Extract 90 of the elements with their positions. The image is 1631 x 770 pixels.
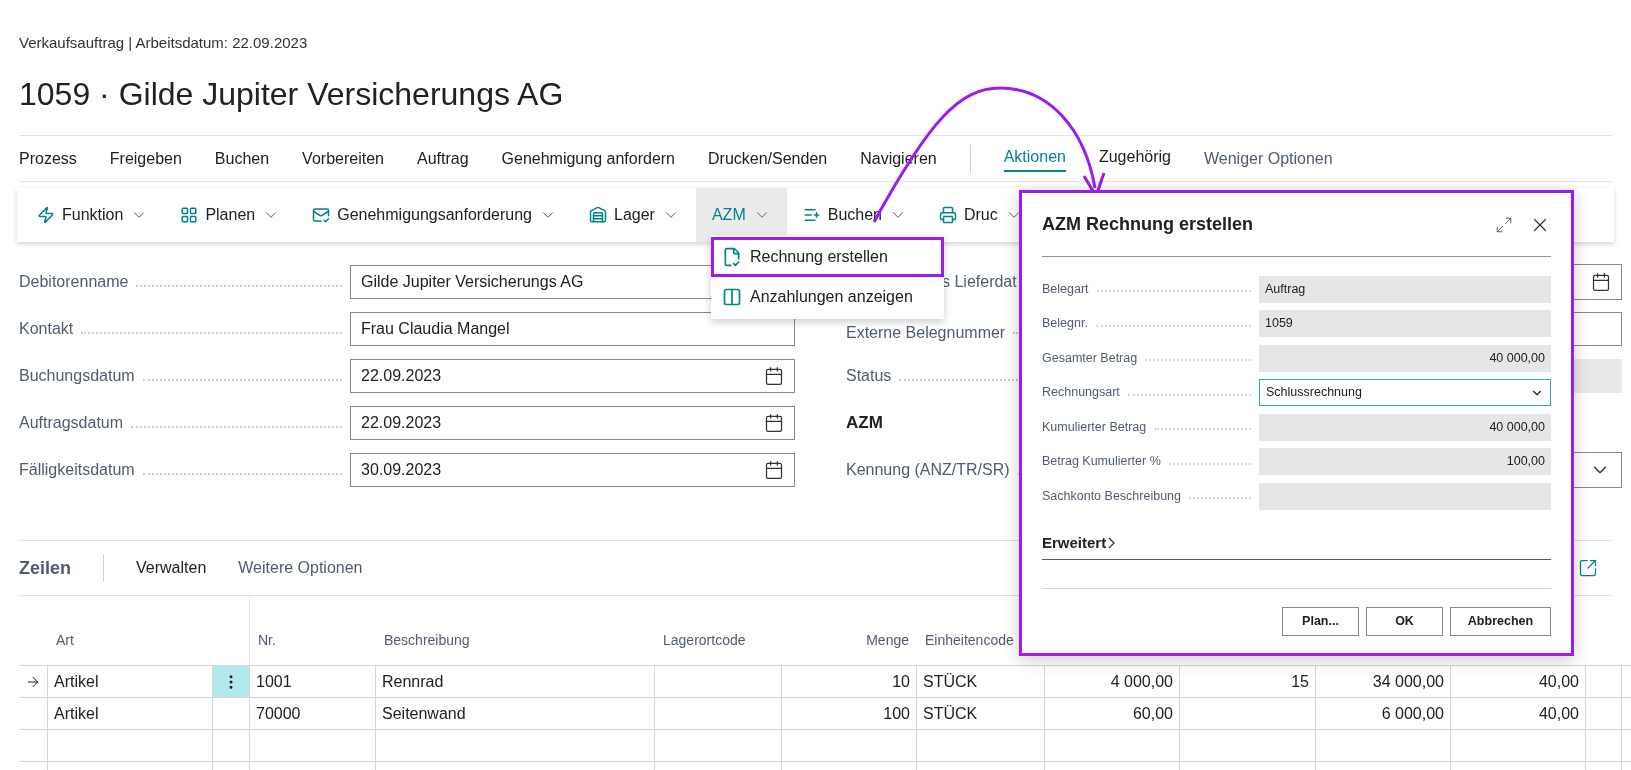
document-icon xyxy=(722,287,742,307)
date-field[interactable]: 22.09.2023 xyxy=(350,358,795,393)
calendar-icon xyxy=(1591,271,1611,292)
table-cell-text: 40,00 xyxy=(1538,671,1579,692)
action-menu[interactable]: Drucken/Senden xyxy=(708,146,828,171)
menu-item[interactable]: Rechnung erstellen xyxy=(711,237,944,277)
table-cell-text: 6 000,00 xyxy=(1381,703,1444,724)
field-label: Kumulierter Betrag xyxy=(1042,418,1147,436)
readonly-field: 100,00 xyxy=(1259,448,1551,476)
dialog-button[interactable]: Abbrechen xyxy=(1450,606,1551,636)
table-cell-text: Seitenwand xyxy=(382,703,466,724)
calendar-icon xyxy=(764,412,784,433)
breadcrumb: Verkaufsauftrag | Arbeitsdatum: 22.09.2023 xyxy=(19,33,309,53)
field-label: Betrag Kumulierter % xyxy=(1042,453,1161,471)
action-menu[interactable]: Freigeben xyxy=(109,146,182,171)
expander-toggle[interactable]: Erweitert xyxy=(1042,531,1116,555)
readonly-field: 1059 xyxy=(1259,310,1551,338)
table-cell-text: Artikel xyxy=(54,703,99,724)
less-options-link[interactable]: Weniger Optionen xyxy=(1204,146,1333,171)
date-field[interactable]: 22.09.2023 xyxy=(350,405,795,440)
readonly-field: 40 000,00 xyxy=(1259,344,1551,372)
calendar-icon xyxy=(764,459,784,480)
column-header[interactable]: Nr. xyxy=(258,630,276,651)
chevron-icon xyxy=(1108,537,1116,549)
field-label: Gesamter Betrag xyxy=(1042,349,1138,367)
field-label: Fälligkeitsdatum xyxy=(19,459,135,480)
column-header[interactable]: Art xyxy=(56,630,74,651)
date-field[interactable]: 30.09.2023 xyxy=(350,452,795,487)
lines-action[interactable]: Verwalten xyxy=(136,556,207,580)
dialog-button[interactable]: OK xyxy=(1366,606,1443,636)
column-header[interactable]: Lagerortcode xyxy=(663,630,746,651)
toolbar-icon xyxy=(589,206,607,224)
toolbar-icon xyxy=(939,206,957,224)
table-cell-text: STÜCK xyxy=(923,671,978,692)
maximize-icon[interactable] xyxy=(1495,215,1513,234)
table-cell-text: 10 xyxy=(892,671,910,692)
dropdown-field[interactable]: Schlussrechnung xyxy=(1259,379,1551,407)
expand-icon[interactable] xyxy=(1578,558,1598,578)
action-menu[interactable]: Genehmigung anfordern xyxy=(501,146,675,171)
table-cell-text: 60,00 xyxy=(1132,703,1173,724)
action-menu[interactable]: Prozess xyxy=(19,146,77,171)
action-tab[interactable]: Aktionen xyxy=(1003,145,1066,172)
field-label: Status xyxy=(846,365,892,386)
table-cell-text: 34 000,00 xyxy=(1372,671,1444,692)
table-cell-text: 70000 xyxy=(256,703,301,724)
action-menu[interactable]: Vorbereiten xyxy=(302,146,384,171)
toolbar-menu[interactable]: Planen xyxy=(164,188,297,242)
readonly-field: 40 000,00 xyxy=(1259,413,1551,441)
table-cell-text: Rennrad xyxy=(382,671,444,692)
readonly-field: Auftrag xyxy=(1259,275,1551,303)
action-menu[interactable]: Buchen xyxy=(214,146,270,171)
input-field[interactable]: Frau Claudia Mangel xyxy=(350,311,795,346)
toolbar-menu[interactable]: AZM xyxy=(695,188,787,242)
table-cell-text: 40,00 xyxy=(1538,703,1579,724)
page-title: 1059 · Gilde Jupiter Versicherungs AG xyxy=(19,75,565,114)
field-label: Sachkonto Beschreibung xyxy=(1042,487,1181,505)
field-label: Kennung (ANZ/TR/SR) xyxy=(846,459,1010,480)
field-label: Auftragsdatum xyxy=(19,412,124,433)
field-label: Debitorenname xyxy=(19,271,129,292)
toolbar-icon xyxy=(37,206,55,224)
action-menu[interactable]: Auftrag xyxy=(416,146,469,171)
field-label: Belegart xyxy=(1042,280,1089,298)
toolbar-icon xyxy=(802,206,821,224)
table-cell-text: 15 xyxy=(1291,671,1309,692)
toolbar-menu[interactable]: Lager xyxy=(573,188,696,242)
toolbar-menu[interactable]: Genehmigungsanforderung xyxy=(296,188,573,242)
toolbar-menu[interactable]: Funktion xyxy=(21,188,165,242)
calendar-icon xyxy=(764,365,784,386)
lines-action[interactable]: Weitere Optionen xyxy=(238,556,363,580)
dialog-title: AZM Rechnung erstellen xyxy=(1042,213,1255,236)
field-label: Rechnungsart xyxy=(1042,384,1120,402)
table-cell-text: 100 xyxy=(883,703,910,724)
table-cell-text: Artikel xyxy=(54,671,99,692)
toolbar-icon xyxy=(312,206,331,224)
action-tab[interactable]: Zugehörig xyxy=(1098,145,1171,172)
field-label: Buchungsdatum xyxy=(19,365,135,386)
column-header[interactable]: Menge xyxy=(866,630,909,651)
field-label: Externe Belegnummer xyxy=(846,322,1006,343)
field-label: Belegnr. xyxy=(1042,315,1088,333)
table-cell-text: 1001 xyxy=(256,671,292,692)
toolbar-icon xyxy=(180,206,199,224)
table-cell-text: STÜCK xyxy=(923,703,978,724)
column-header[interactable]: Einheitencode xyxy=(925,630,1014,651)
column-header[interactable]: Beschreibung xyxy=(384,630,470,651)
section-title: Zeilen xyxy=(19,556,71,580)
table-cell-text: 4 000,00 xyxy=(1110,671,1173,692)
document-icon xyxy=(722,247,742,267)
section-heading: AZM xyxy=(846,411,883,434)
field-label: Kontakt xyxy=(19,318,74,339)
dialog-button[interactable]: Plan... xyxy=(1282,606,1359,636)
